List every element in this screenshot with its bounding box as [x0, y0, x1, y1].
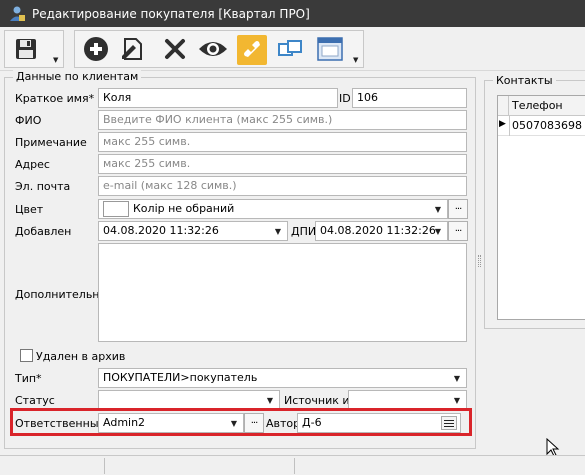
- chevron-down-icon: ▼: [453, 395, 461, 405]
- fio-input[interactable]: Введите ФИО клиента (макс 255 симв.): [98, 110, 467, 130]
- toolbar-actions-group: ▼: [74, 30, 364, 68]
- id-label: ID: [339, 92, 351, 105]
- added-date-picker[interactable]: 04.08.2020 11:32:26 ▼: [98, 221, 288, 241]
- source-select[interactable]: ▼: [348, 390, 467, 410]
- color-select[interactable]: Колір не обраний ▼: [98, 199, 448, 219]
- grid-corner: [498, 96, 509, 115]
- table-row[interactable]: ▶ 0507083698: [498, 116, 585, 136]
- edit-button[interactable]: [117, 35, 147, 65]
- grid-header: Телефон: [498, 96, 585, 116]
- call-button[interactable]: [237, 35, 267, 65]
- type-value: ПОКУПАТЕЛИ>покупатель: [103, 371, 258, 384]
- delete-button[interactable]: [160, 35, 190, 65]
- added-date-value: 04.08.2020 11:32:26: [103, 224, 219, 237]
- window-title: Редактирование покупателя [Квартал ПРО]: [32, 6, 310, 21]
- chevron-down-icon: ▼: [453, 373, 461, 383]
- x-icon: [163, 37, 187, 64]
- contacts-title: Контакты: [493, 74, 556, 87]
- title-bar: Редактирование покупателя [Квартал ПРО]: [0, 0, 585, 27]
- author-label: Автор: [266, 417, 301, 430]
- dpi-date-picker[interactable]: 04.08.2020 11:32:26 ▼: [315, 221, 448, 241]
- author-value: Д-6: [302, 416, 322, 429]
- color-label: Цвет: [15, 203, 44, 216]
- app-user-icon: [8, 5, 26, 23]
- author-field: Д-6: [297, 413, 461, 433]
- copy-button[interactable]: [275, 35, 305, 65]
- additional-label: Дополнительно: [15, 288, 107, 301]
- type-label: Тип*: [15, 372, 42, 385]
- responsible-value: Admin2: [103, 416, 146, 429]
- memo-lines-icon[interactable]: [441, 416, 457, 430]
- color-swatch: [103, 201, 129, 217]
- window-icon: [317, 36, 343, 64]
- color-value: Колір не обраний: [133, 202, 235, 215]
- address-label: Адрес: [15, 158, 50, 171]
- grid-column-phone[interactable]: Телефон: [512, 99, 563, 112]
- phone-icon: [240, 37, 264, 64]
- splitter-handle[interactable]: [478, 255, 481, 267]
- dpi-label: ДПИ: [291, 225, 317, 238]
- window-button[interactable]: [315, 35, 345, 65]
- toolbar-save-group: ▼: [4, 30, 64, 68]
- save-button[interactable]: [11, 35, 41, 65]
- short-name-label: Краткое имя*: [15, 92, 95, 105]
- floppy-disk-icon: [14, 37, 38, 64]
- status-separator: [294, 458, 295, 474]
- status-separator: [104, 458, 105, 474]
- status-label: Статус: [15, 394, 55, 407]
- added-label: Добавлен: [15, 225, 72, 238]
- responsible-label: Ответственный: [15, 417, 106, 430]
- archived-checkbox[interactable]: [20, 349, 33, 362]
- edit-document-icon: [119, 36, 145, 65]
- chevron-down-icon: ▼: [434, 204, 442, 214]
- additional-textarea[interactable]: [98, 243, 467, 342]
- email-label: Эл. почта: [15, 180, 71, 193]
- status-select[interactable]: ▼: [98, 390, 280, 410]
- type-select[interactable]: ПОКУПАТЕЛИ>покупатель ▼: [98, 368, 467, 388]
- status-bar: [0, 455, 585, 475]
- chevron-down-icon: ▼: [434, 226, 442, 236]
- view-button[interactable]: [198, 35, 228, 65]
- toolbar: ▼ ▼: [0, 27, 585, 71]
- chevron-down-icon: ▼: [230, 418, 238, 428]
- responsible-more-button[interactable]: ···: [244, 413, 264, 433]
- email-input[interactable]: e-mail (макс 128 симв.): [98, 176, 467, 196]
- chevron-down-icon: ▼: [274, 226, 282, 236]
- eye-icon: [198, 38, 228, 63]
- dpi-date-value: 04.08.2020 11:32:26: [320, 224, 436, 237]
- client-data-title: Данные по клиентам: [13, 70, 142, 83]
- note-input[interactable]: макс 255 симв.: [98, 132, 467, 152]
- copy-windows-icon: [277, 38, 303, 63]
- id-field: 106: [352, 88, 467, 108]
- responsible-select[interactable]: Admin2 ▼: [98, 413, 244, 433]
- address-input[interactable]: макс 255 симв.: [98, 154, 467, 174]
- actions-dropdown-icon[interactable]: ▼: [353, 56, 358, 64]
- dpi-more-button[interactable]: ···: [448, 221, 468, 241]
- color-more-button[interactable]: ···: [448, 199, 468, 219]
- row-pointer-icon: ▶: [499, 119, 506, 129]
- plus-circle-icon: [83, 36, 109, 65]
- row-indicator-divider: [509, 116, 510, 136]
- note-label: Примечание: [15, 136, 87, 149]
- contacts-grid[interactable]: Телефон ▶ 0507083698: [497, 95, 585, 320]
- phone-cell: 0507083698: [512, 119, 582, 132]
- short-name-input[interactable]: Коля: [98, 88, 338, 108]
- save-dropdown-icon[interactable]: ▼: [53, 56, 58, 64]
- chevron-down-icon: ▼: [266, 395, 274, 405]
- fio-label: ФИО: [15, 114, 42, 127]
- archived-label: Удален в архив: [36, 350, 126, 363]
- add-button[interactable]: [81, 35, 111, 65]
